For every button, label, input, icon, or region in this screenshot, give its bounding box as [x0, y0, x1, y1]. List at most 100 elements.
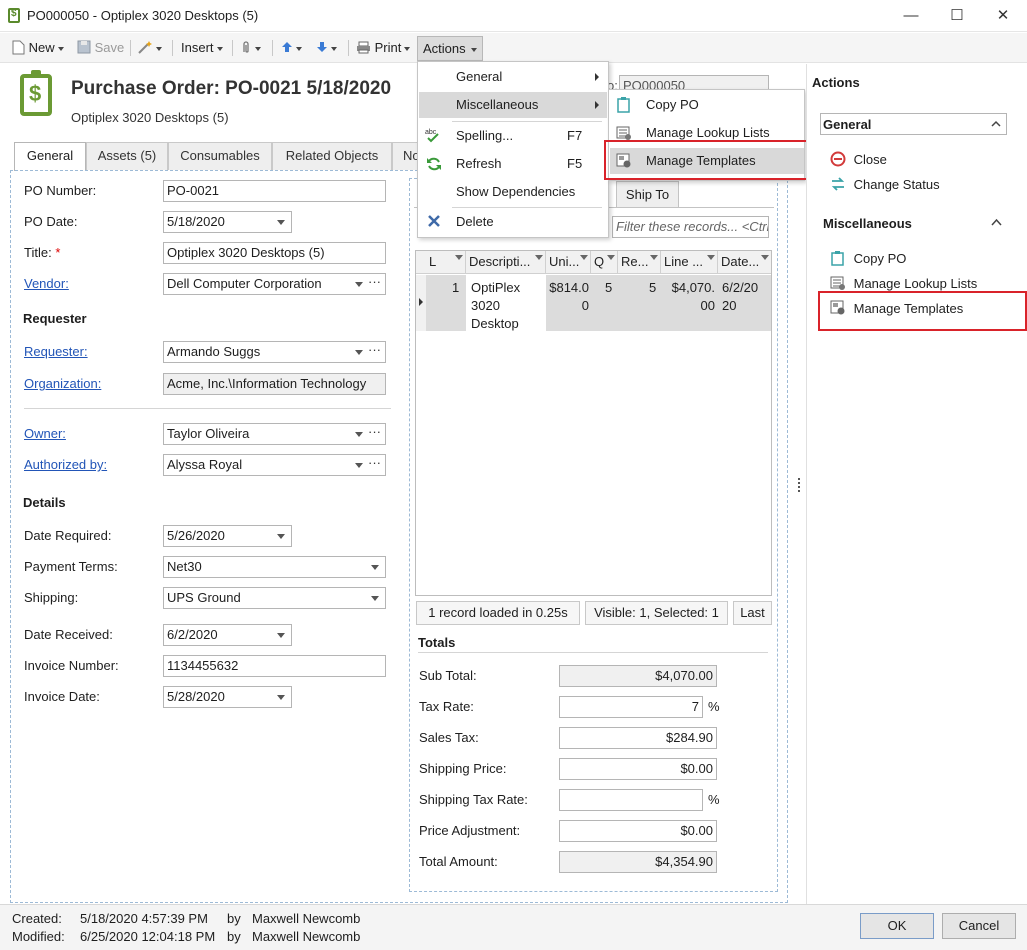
- date-received-value: 6/2/2020: [167, 627, 218, 642]
- attach-button[interactable]: [240, 37, 261, 59]
- menu-item-show-dependencies[interactable]: Show Dependencies: [418, 179, 608, 205]
- tab-related-objects[interactable]: Related Objects: [272, 142, 392, 170]
- date-required-value: 5/26/2020: [167, 528, 225, 543]
- col-line[interactable]: L: [426, 251, 466, 273]
- lookup-more-button[interactable]: ···: [368, 274, 381, 292]
- col-qty-label: Q: [594, 254, 605, 269]
- menu-item-miscellaneous[interactable]: Miscellaneous: [419, 92, 607, 118]
- chevron-up-icon[interactable]: [991, 218, 1002, 226]
- menu-item-delete[interactable]: Delete: [418, 209, 608, 235]
- general-group-header[interactable]: General: [820, 113, 1007, 135]
- general-group-title: General: [823, 117, 872, 132]
- lookup-more-button[interactable]: ···: [368, 342, 381, 360]
- tab-general[interactable]: General: [14, 142, 86, 171]
- table-row[interactable]: 1 OptiPlex 3020 Desktop $814.00 5 5 $4,0…: [416, 275, 771, 331]
- tab-assets[interactable]: Assets (5): [86, 142, 168, 170]
- required-marker: *: [55, 245, 61, 260]
- shipping-price-field[interactable]: $0.00: [559, 758, 717, 780]
- organization-link[interactable]: Organization:: [24, 376, 101, 391]
- change-status-icon: [831, 177, 845, 191]
- lookup-more-button[interactable]: ···: [368, 424, 381, 442]
- print-label: Print: [374, 40, 402, 55]
- last-button[interactable]: Last: [733, 601, 772, 625]
- menu-spelling-label: Spelling...: [456, 128, 514, 143]
- requester-value: Armando Suggs: [167, 344, 261, 359]
- pane-change-status-label: Change Status: [853, 177, 940, 192]
- pane-copy-po-label: Copy PO: [853, 251, 907, 266]
- menu-item-spelling[interactable]: abc Spelling... F7: [418, 123, 608, 149]
- print-icon: [357, 41, 370, 54]
- col-unit[interactable]: Uni...: [546, 251, 591, 273]
- actions-menu-button[interactable]: Actions: [417, 36, 483, 61]
- insert-button[interactable]: Insert: [181, 37, 223, 59]
- col-received[interactable]: Re...: [618, 251, 661, 273]
- col-line-total[interactable]: Line ...: [661, 251, 718, 273]
- date-required-field[interactable]: 5/26/2020: [163, 525, 292, 547]
- save-button[interactable]: Save: [77, 37, 124, 59]
- dropdown-icon: [355, 463, 363, 468]
- total-amount-field: $4,354.90: [559, 851, 717, 873]
- col-qty[interactable]: Q: [591, 251, 618, 273]
- window-title: PO000050 - Optiplex 3020 Desktops (5): [27, 8, 259, 23]
- invoice-number-field[interactable]: 1134455632: [163, 655, 386, 677]
- menu-item-general[interactable]: General: [418, 64, 608, 90]
- highlight-box: [604, 140, 811, 180]
- maximize-button[interactable]: ☐: [934, 0, 980, 32]
- tab-consumables[interactable]: Consumables: [168, 142, 272, 170]
- shipping-tax-rate-field[interactable]: [559, 789, 703, 811]
- ok-button[interactable]: OK: [860, 913, 934, 939]
- po-number-label: PO Number:: [24, 183, 97, 198]
- vendor-field[interactable]: Dell Computer Corporation ···: [163, 273, 386, 295]
- modified-label: Modified:: [12, 929, 65, 944]
- print-button[interactable]: Print: [356, 37, 411, 59]
- pane-close-action[interactable]: Close: [830, 151, 887, 167]
- owner-field[interactable]: Taylor Oliveira ···: [163, 423, 386, 445]
- submenu-item-copy-po[interactable]: Copy PO: [609, 92, 804, 118]
- modified-date: 6/25/2020 12:04:18 PM: [80, 929, 216, 944]
- tab-ship-to[interactable]: Ship To: [616, 181, 679, 208]
- menu-item-refresh[interactable]: Refresh F5: [418, 151, 608, 177]
- tax-rate-percent: %: [708, 699, 720, 714]
- close-window-button[interactable]: ✕: [980, 0, 1026, 32]
- title-label-text: Title:: [24, 245, 52, 260]
- lookup-icon: [830, 276, 845, 290]
- invoice-date-field[interactable]: 5/28/2020: [163, 686, 292, 708]
- tax-rate-field[interactable]: 7: [559, 696, 703, 718]
- lookup-more-button[interactable]: ···: [368, 455, 381, 473]
- move-down-button[interactable]: [316, 37, 337, 59]
- sales-tax-label: Sales Tax:: [419, 730, 479, 745]
- price-adjustment-field[interactable]: $0.00: [559, 820, 717, 842]
- actions-pane-title: Actions: [812, 75, 860, 90]
- shipping-select[interactable]: UPS Ground: [163, 587, 386, 609]
- dropdown-icon: [355, 432, 363, 437]
- col-date[interactable]: Date...: [718, 251, 771, 273]
- col-description[interactable]: Descripti...: [466, 251, 546, 273]
- highlight-box: [818, 291, 1027, 331]
- totals-section-title: Totals: [418, 635, 456, 650]
- authorized-by-field[interactable]: Alyssa Royal ···: [163, 454, 386, 476]
- cancel-button[interactable]: Cancel: [942, 913, 1016, 939]
- pane-manage-lookup-action[interactable]: Manage Lookup Lists: [830, 275, 977, 291]
- move-up-button[interactable]: [281, 37, 302, 59]
- requester-field[interactable]: Armando Suggs ···: [163, 341, 386, 363]
- requester-link[interactable]: Requester:: [24, 344, 88, 359]
- vendor-link[interactable]: Vendor:: [24, 276, 69, 291]
- authorized-by-link[interactable]: Authorized by:: [24, 457, 107, 472]
- pane-copy-po-action[interactable]: Copy PO: [830, 250, 906, 266]
- grid-header: L Descripti... Uni... Q Re... Line ... D…: [416, 251, 771, 274]
- po-date-field[interactable]: 5/18/2020: [163, 211, 292, 233]
- requester-section-title: Requester: [23, 311, 87, 326]
- payment-terms-select[interactable]: Net30: [163, 556, 386, 578]
- wand-button[interactable]: [137, 37, 162, 59]
- pane-change-status-action[interactable]: Change Status: [830, 176, 940, 192]
- po-number-field[interactable]: PO-0021: [163, 180, 386, 202]
- tab-notes[interactable]: No: [392, 142, 418, 170]
- minimize-button[interactable]: —: [888, 0, 934, 32]
- title-field[interactable]: Optiplex 3020 Desktops (5): [163, 242, 386, 264]
- filter-records-input[interactable]: Filter these records... <Ctrl-: [612, 216, 769, 238]
- sales-tax-field[interactable]: $284.90: [559, 727, 717, 749]
- splitter-handle[interactable]: [798, 478, 802, 492]
- owner-link[interactable]: Owner:: [24, 426, 66, 441]
- new-button[interactable]: New: [12, 37, 64, 59]
- date-received-field[interactable]: 6/2/2020: [163, 624, 292, 646]
